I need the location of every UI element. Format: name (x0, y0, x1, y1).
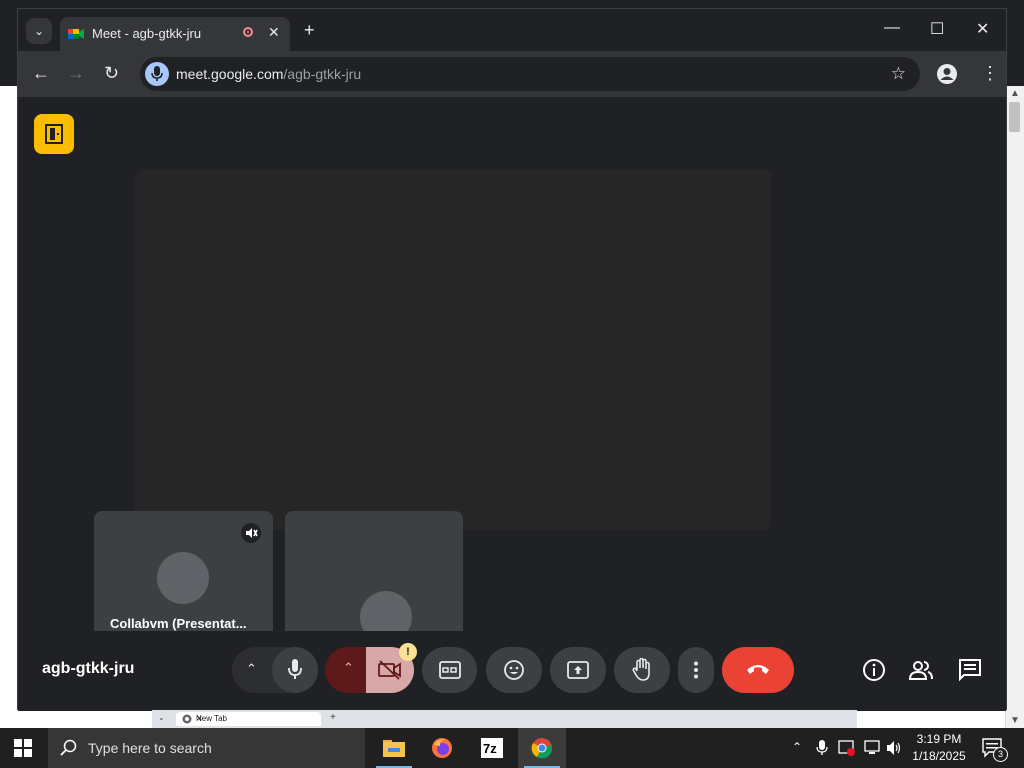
plus-icon[interactable]: + (330, 712, 336, 723)
svg-text:7z: 7z (483, 741, 497, 756)
tray-chevron-up-icon[interactable]: ⌃ (792, 740, 802, 754)
more-vert-icon[interactable]: ⋮ (981, 64, 999, 82)
emoji-button[interactable] (486, 647, 542, 693)
present-button[interactable] (550, 647, 606, 693)
tab-strip: ⌄ Meet - agb-gtkk-jru ✕ + — ☐ ✕ (18, 9, 1006, 51)
background-scrollbar[interactable]: ▲ ▼ (1005, 86, 1024, 728)
reload-icon[interactable]: ↻ (104, 63, 119, 83)
7zip-icon[interactable]: 7z (468, 728, 516, 768)
browser-toolbar: ← → ↻ meet.google.com/agb-gtkk-jru ☆ ⋮ (18, 51, 1006, 97)
maximize-button[interactable]: ☐ (930, 19, 944, 39)
recording-icon (243, 27, 253, 37)
notification-center-button[interactable]: 3 (982, 738, 1008, 763)
camera-group: ⌃ (325, 647, 414, 693)
mic-icon[interactable] (145, 62, 169, 86)
mic-group: ⌃ (232, 647, 318, 693)
clock[interactable]: 3:19 PM 1/18/2025 (908, 731, 970, 765)
minimize-button[interactable]: — (884, 19, 900, 37)
raise-hand-icon (632, 658, 650, 681)
new-tab-button[interactable]: + (304, 20, 315, 40)
firefox-icon[interactable] (418, 728, 466, 768)
back-arrow-icon[interactable]: ← (32, 63, 50, 83)
end-call-icon (747, 665, 769, 674)
present-icon (567, 661, 589, 679)
door-exit-icon[interactable] (34, 114, 74, 154)
close-window-button[interactable]: ✕ (976, 19, 989, 39)
chat-icon[interactable] (958, 658, 982, 682)
mic-button[interactable] (272, 647, 318, 693)
scroll-up-icon[interactable]: ▲ (1010, 88, 1020, 99)
captions-button[interactable] (422, 647, 477, 693)
mic-options-button[interactable]: ⌃ (246, 661, 257, 677)
windows-icon[interactable] (14, 739, 32, 757)
clock-date: 1/18/2025 (912, 749, 966, 763)
volume-icon[interactable] (886, 740, 902, 756)
chrome-window: ⌄ Meet - agb-gtkk-jru ✕ + — ☐ ✕ ← → ↻ me… (17, 8, 1007, 711)
clock-time: 3:19 PM (916, 732, 962, 746)
mic-icon[interactable] (816, 740, 828, 756)
avatar (157, 552, 209, 604)
participant-tile-2[interactable] (285, 511, 463, 631)
scrollbar-thumb[interactable] (1009, 102, 1020, 132)
star-icon[interactable]: ☆ (891, 64, 906, 84)
search-placeholder: Type here to search (88, 740, 212, 756)
chrome-icon[interactable] (518, 728, 566, 768)
captions-icon (439, 661, 461, 679)
taskbar-search[interactable]: Type here to search (48, 728, 365, 768)
tab-search-button[interactable]: ⌄ (26, 18, 52, 44)
participant-name: Collabvm (Presentat... (110, 616, 247, 631)
search-icon (60, 739, 77, 756)
emoji-icon (504, 660, 524, 680)
end-call-button[interactable] (722, 647, 794, 693)
forward-arrow-icon[interactable]: → (67, 63, 85, 83)
camera-options-button[interactable]: ⌃ (343, 660, 354, 676)
scroll-down-icon[interactable]: ▼ (1010, 715, 1020, 726)
camera-button[interactable] (366, 647, 414, 693)
notification-count: 3 (993, 747, 1008, 762)
meet-favicon (68, 29, 84, 39)
network-icon[interactable] (863, 740, 881, 756)
address-bar[interactable]: meet.google.com/agb-gtkk-jru ☆ (140, 57, 920, 91)
chrome-icon (182, 714, 192, 724)
raise-hand-button[interactable] (614, 647, 670, 693)
mic-icon (288, 659, 302, 679)
close-icon[interactable]: ✕ (268, 24, 280, 41)
url-text: meet.google.com/agb-gtkk-jru (176, 66, 362, 82)
close-icon[interactable]: ✕ (196, 714, 315, 723)
camera-off-icon (378, 660, 401, 680)
defender-warning-icon[interactable] (838, 740, 856, 756)
tab-title: Meet - agb-gtkk-jru (92, 26, 202, 41)
camera-warning-badge[interactable]: ! (399, 643, 417, 661)
tab-meet[interactable]: Meet - agb-gtkk-jru ✕ (60, 17, 290, 51)
chevron-down-icon[interactable]: ⌄ (158, 713, 165, 722)
info-icon[interactable] (862, 658, 886, 682)
chevron-down-icon: ⌄ (33, 24, 45, 38)
meet-content: Collabvm (Presentat... agb-gtkk-jru ⌃ ⌃ (18, 97, 1006, 711)
profile-icon[interactable] (937, 64, 957, 84)
file-explorer-icon[interactable] (370, 728, 418, 768)
meeting-code: agb-gtkk-jru (42, 660, 135, 677)
mic-off-icon (241, 523, 261, 543)
more-vert-icon (694, 661, 698, 679)
taskbar: Type here to search 7z ⌃ 3:19 PM 1/18/20… (0, 728, 1024, 768)
background-browser-tabstrip: ⌄ New Tab ✕ + (152, 710, 857, 728)
tab-new-tab[interactable]: New Tab ✕ (176, 712, 321, 726)
people-icon[interactable] (909, 658, 933, 682)
main-video-stage (135, 169, 771, 530)
participant-tile-1[interactable]: Collabvm (Presentat... (94, 511, 273, 631)
more-options-button[interactable] (678, 647, 714, 693)
